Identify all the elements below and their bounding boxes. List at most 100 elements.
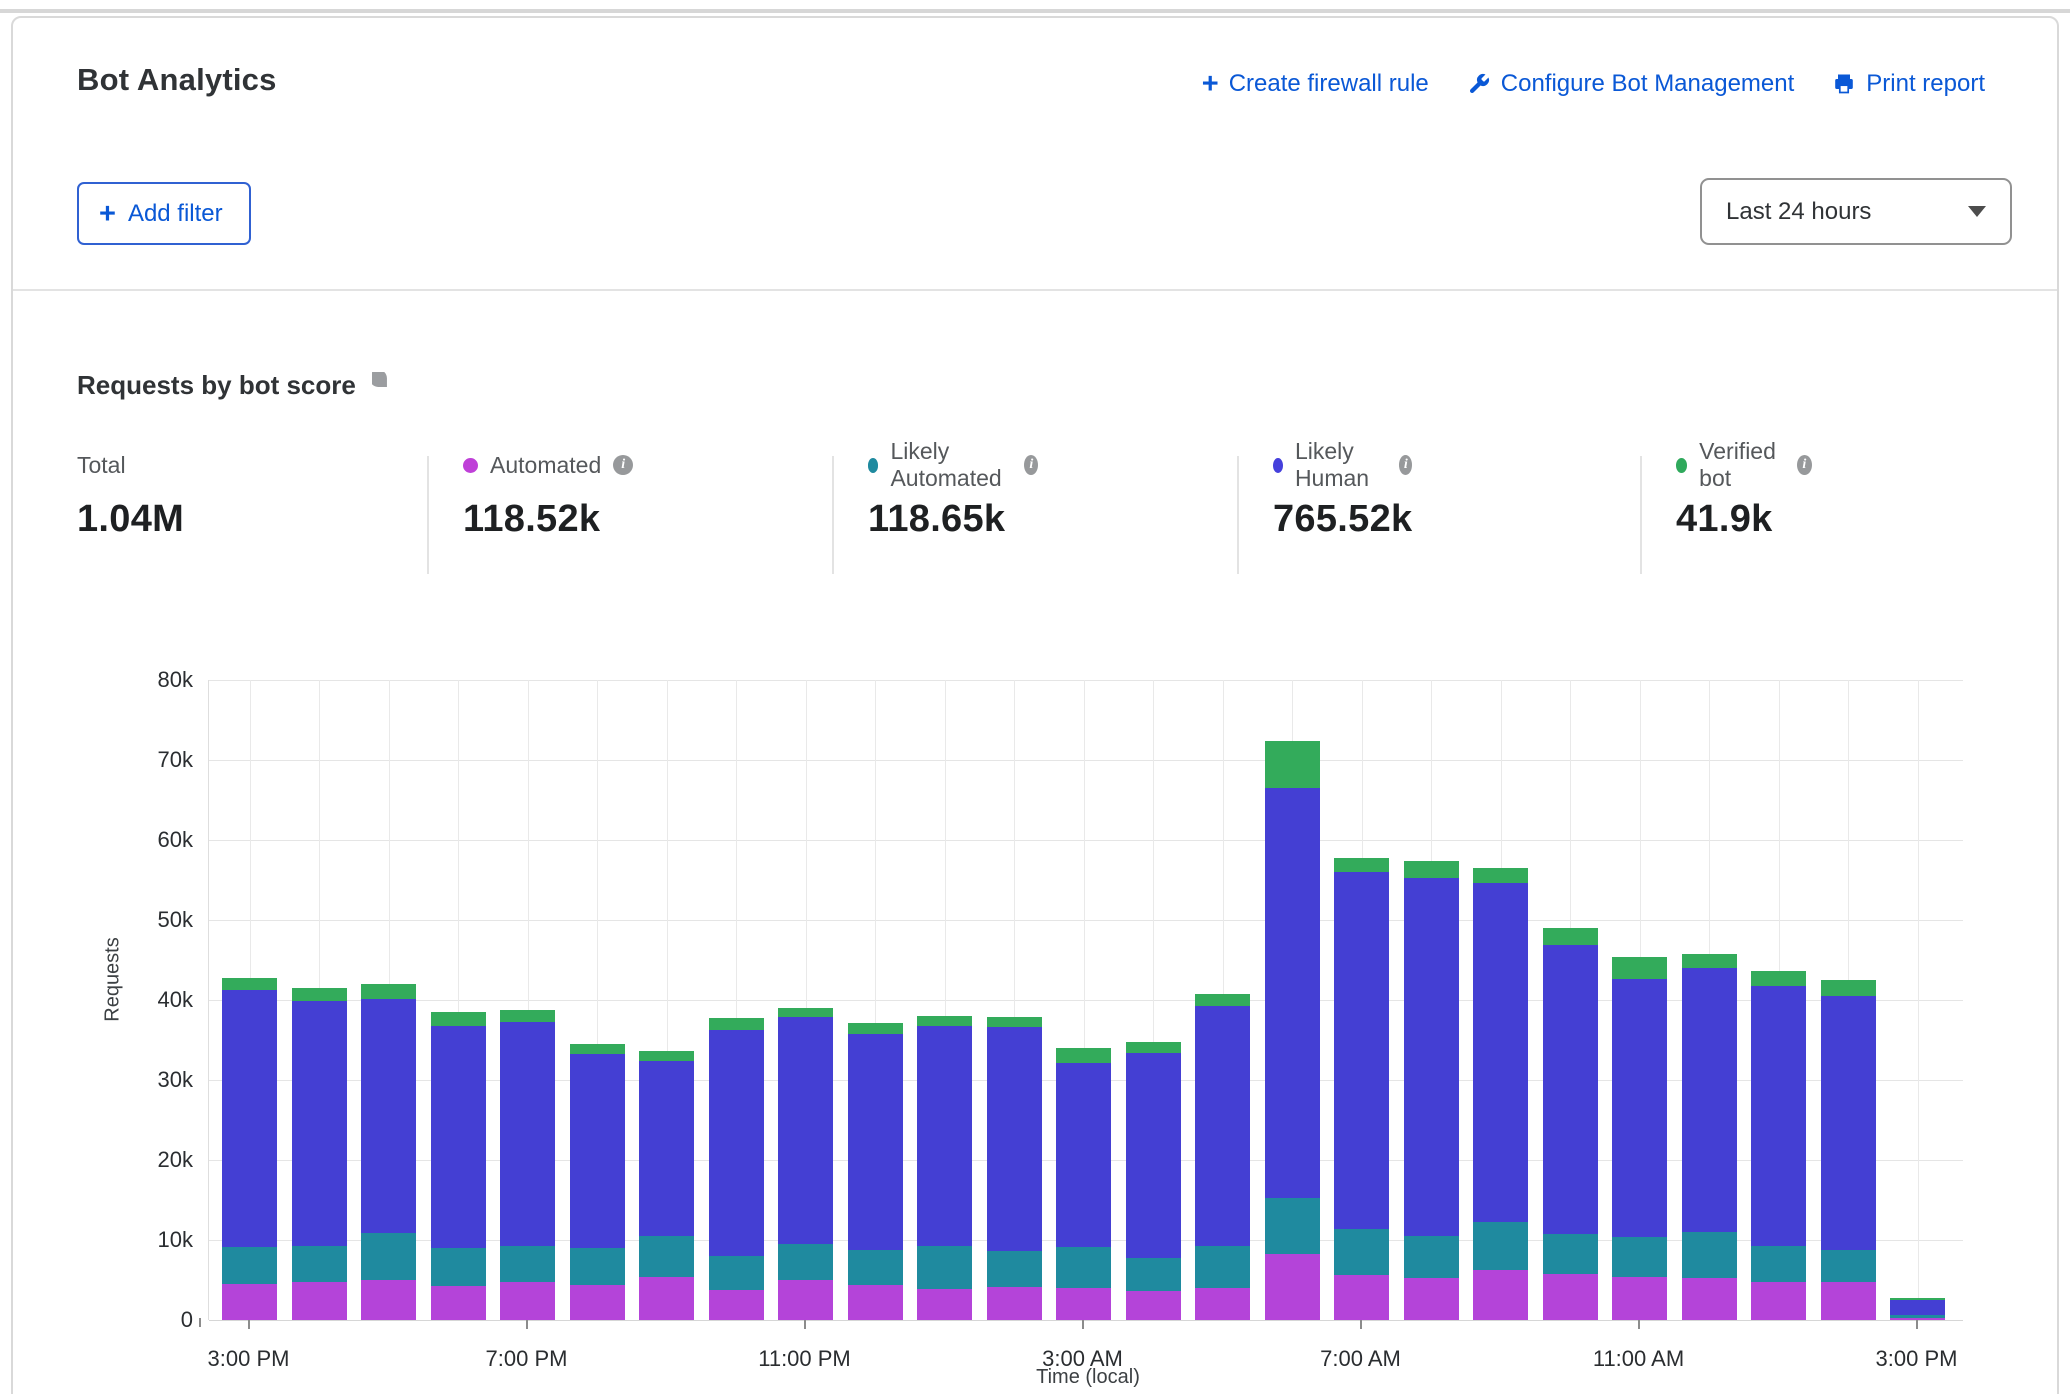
bar-100pm[interactable] bbox=[1751, 971, 1806, 1320]
h-gridline bbox=[209, 920, 1963, 921]
y-axis-title: Requests bbox=[102, 930, 125, 1030]
segment-likely-human bbox=[222, 990, 277, 1248]
bar-300pm[interactable] bbox=[222, 978, 277, 1320]
y-tick-label: 50k bbox=[113, 907, 193, 933]
segment-verified-bot bbox=[639, 1051, 694, 1061]
stat-total: Total 1.04M bbox=[77, 450, 184, 541]
stat-automated: Automatedi118.52k bbox=[463, 450, 633, 541]
segment-automated bbox=[1265, 1254, 1320, 1320]
segment-likely-automated bbox=[1195, 1246, 1250, 1288]
bar-400pm[interactable] bbox=[292, 988, 347, 1320]
x-tick-mark bbox=[248, 1320, 250, 1329]
segment-automated bbox=[1890, 1318, 1945, 1320]
segment-automated bbox=[1473, 1270, 1528, 1320]
segment-verified-bot bbox=[570, 1044, 625, 1054]
print-report-link[interactable]: Print report bbox=[1832, 70, 1985, 98]
legend-dot bbox=[1273, 458, 1283, 473]
segment-likely-human bbox=[1612, 979, 1667, 1237]
configure-bot-management-link[interactable]: Configure Bot Management bbox=[1467, 70, 1795, 98]
segment-likely-automated bbox=[1265, 1198, 1320, 1253]
y-tick-label: 10k bbox=[113, 1227, 193, 1253]
segment-likely-human bbox=[709, 1030, 764, 1256]
origin-tick-mark bbox=[199, 1318, 201, 1327]
plus-icon: + bbox=[99, 202, 116, 226]
bar-1100pm[interactable] bbox=[778, 1008, 833, 1320]
bar-600pm[interactable] bbox=[431, 1012, 486, 1320]
segment-automated bbox=[222, 1284, 277, 1320]
segment-automated bbox=[292, 1282, 347, 1320]
segment-likely-automated bbox=[1473, 1222, 1528, 1269]
h-gridline bbox=[209, 1320, 1963, 1321]
section-title-row: Requests by bot score bbox=[77, 370, 399, 401]
segment-verified-bot bbox=[1195, 994, 1250, 1005]
segment-likely-automated bbox=[361, 1233, 416, 1280]
x-tick-mark bbox=[1082, 1320, 1084, 1329]
plus-icon: + bbox=[1202, 72, 1219, 96]
x-tick-label: 11:00 PM bbox=[758, 1346, 851, 1372]
bar-1000am[interactable] bbox=[1543, 928, 1598, 1320]
info-icon[interactable]: i bbox=[1797, 455, 1812, 475]
bar-1100am[interactable] bbox=[1612, 957, 1667, 1320]
bar-700pm[interactable] bbox=[500, 1010, 555, 1320]
stat-value: 118.52k bbox=[463, 498, 633, 541]
bar-400am[interactable] bbox=[1126, 1042, 1181, 1320]
bar-900pm[interactable] bbox=[639, 1051, 694, 1320]
segment-likely-automated bbox=[431, 1248, 486, 1286]
segment-likely-automated bbox=[1543, 1234, 1598, 1275]
create-firewall-rule-link[interactable]: + Create firewall rule bbox=[1202, 70, 1429, 98]
stat-value: 118.65k bbox=[868, 498, 1038, 541]
bar-800pm[interactable] bbox=[570, 1044, 625, 1320]
bar-1200am[interactable] bbox=[848, 1023, 903, 1320]
bar-900am[interactable] bbox=[1473, 868, 1528, 1320]
x-tick-mark bbox=[804, 1320, 806, 1329]
segment-likely-automated bbox=[500, 1246, 555, 1283]
segment-likely-human bbox=[292, 1001, 347, 1246]
segment-likely-automated bbox=[1682, 1232, 1737, 1278]
segment-likely-automated bbox=[1821, 1250, 1876, 1283]
section-title: Requests by bot score bbox=[77, 370, 356, 401]
segment-likely-human bbox=[570, 1054, 625, 1248]
bar-300am[interactable] bbox=[1056, 1048, 1111, 1320]
legend-dot bbox=[1676, 458, 1687, 473]
bar-1200pm[interactable] bbox=[1682, 954, 1737, 1320]
segment-likely-automated bbox=[778, 1244, 833, 1280]
segment-automated bbox=[848, 1285, 903, 1320]
segment-likely-automated bbox=[222, 1247, 277, 1284]
bar-800am[interactable] bbox=[1404, 861, 1459, 1320]
stat-divider bbox=[1237, 456, 1239, 574]
x-tick-mark bbox=[1360, 1320, 1362, 1329]
add-filter-button[interactable]: + Add filter bbox=[77, 182, 251, 245]
segment-automated bbox=[639, 1277, 694, 1320]
bar-600am[interactable] bbox=[1265, 741, 1320, 1320]
segment-likely-human bbox=[1265, 788, 1320, 1198]
segment-automated bbox=[570, 1285, 625, 1320]
bar-200am[interactable] bbox=[987, 1017, 1042, 1320]
segment-automated bbox=[1543, 1274, 1598, 1320]
info-icon[interactable]: i bbox=[613, 455, 633, 475]
h-gridline bbox=[209, 840, 1963, 841]
segment-likely-human bbox=[1543, 945, 1598, 1234]
segment-automated bbox=[778, 1280, 833, 1320]
bar-700am[interactable] bbox=[1334, 858, 1389, 1320]
bar-500pm[interactable] bbox=[361, 984, 416, 1320]
stat-total-value: 1.04M bbox=[77, 498, 184, 541]
bar-1000pm[interactable] bbox=[709, 1018, 764, 1320]
info-icon[interactable]: i bbox=[1399, 455, 1412, 475]
top-divider bbox=[0, 9, 2070, 13]
segment-automated bbox=[1334, 1275, 1389, 1320]
bar-100am[interactable] bbox=[917, 1016, 972, 1320]
segment-verified-bot bbox=[1126, 1042, 1181, 1053]
y-tick-label: 80k bbox=[113, 667, 193, 693]
segment-verified-bot bbox=[1473, 868, 1528, 883]
segment-automated bbox=[361, 1280, 416, 1320]
bar-300pm[interactable] bbox=[1890, 1298, 1945, 1320]
bar-500am[interactable] bbox=[1195, 994, 1250, 1320]
stat-label: Verified bot bbox=[1699, 438, 1785, 492]
segment-likely-automated bbox=[1404, 1236, 1459, 1278]
h-gridline bbox=[209, 680, 1963, 681]
time-range-select[interactable]: Last 24 hours bbox=[1700, 178, 2012, 245]
bar-200pm[interactable] bbox=[1821, 980, 1876, 1320]
segment-automated bbox=[1751, 1282, 1806, 1320]
info-icon[interactable]: i bbox=[1024, 455, 1038, 475]
v-gridline bbox=[1918, 680, 1919, 1320]
